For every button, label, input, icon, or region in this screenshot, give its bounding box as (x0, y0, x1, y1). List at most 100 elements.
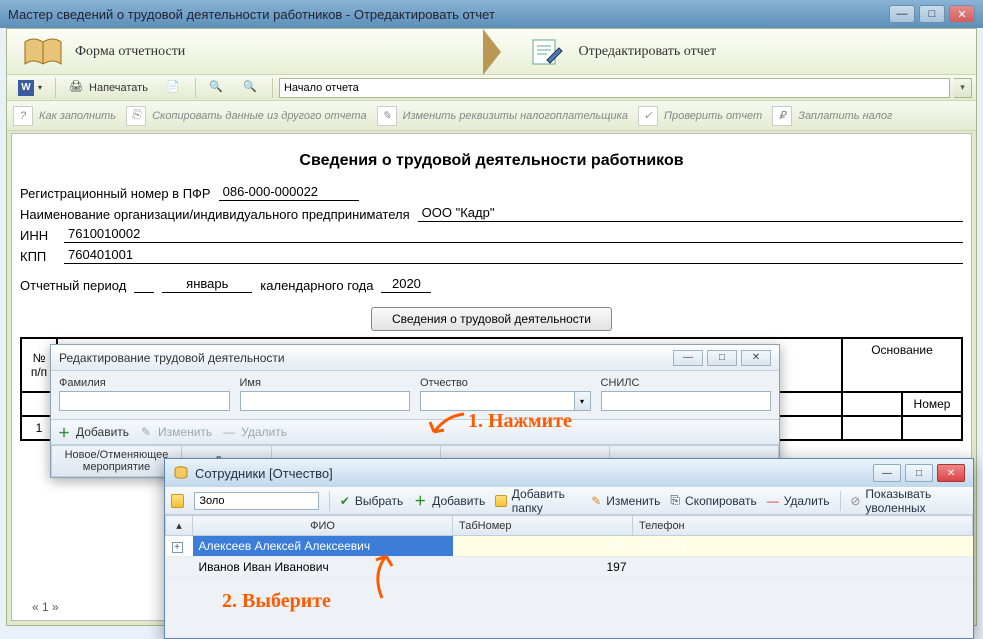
grid-col-basis: Основание (842, 338, 962, 392)
folder-icon[interactable] (171, 494, 184, 508)
check-report-button[interactable]: ✓Проверить отчет (638, 106, 762, 126)
snils-input[interactable] (601, 391, 772, 411)
employees-title: Сотрудники [Отчество] (195, 466, 869, 481)
pencil-icon: ✎ (139, 425, 153, 439)
report-section-dropdown[interactable]: ▾ (954, 78, 972, 98)
org-label: Наименование организации/индивидуального… (20, 207, 410, 222)
expand-icon[interactable]: + (172, 542, 183, 553)
zoom-in-button[interactable]: 🔍 (202, 77, 232, 99)
dialog-maximize-button[interactable]: □ (707, 350, 737, 366)
grid-col-num: Номер (902, 392, 962, 416)
tree-col[interactable]: ▴ (166, 516, 193, 536)
pencil-icon: ✎ (591, 494, 601, 508)
employees-close-button[interactable]: ✕ (937, 464, 965, 482)
firstname-label: Имя (240, 377, 411, 389)
main-window-title: Мастер сведений о трудовой деятельности … (8, 7, 885, 22)
grid-cell[interactable] (902, 416, 962, 440)
folder-plus-icon (495, 495, 507, 507)
copy-employee-button[interactable]: ⎘Скопировать (670, 493, 756, 508)
fired-icon: ⊘ (850, 494, 860, 508)
printer-icon: 🖨 (69, 80, 85, 96)
col-fio[interactable]: ФИО (193, 516, 453, 536)
col-tab[interactable]: ТабНомер (453, 516, 633, 536)
edit-icon: ✎ (377, 106, 397, 126)
pay-tax-button[interactable]: ₽Заплатить налог (772, 106, 892, 126)
col-phone[interactable]: Телефон (633, 516, 973, 536)
dialog-minimize-button[interactable]: — (673, 350, 703, 366)
middlename-picker-button[interactable]: ▾ (575, 391, 591, 411)
minus-icon: — (767, 494, 779, 508)
check-label: Проверить отчет (664, 110, 762, 122)
dialog-close-button[interactable]: ✕ (741, 350, 771, 366)
zoom-out-button[interactable]: 🔍 (236, 77, 266, 99)
word-icon: W (18, 80, 34, 96)
wizard-step-form-label: Форма отчетности (75, 44, 185, 60)
period-label: Отчетный период (20, 278, 126, 293)
employee-row[interactable]: Иванов Иван Иванович 197 (166, 557, 973, 578)
toolbar-separator (272, 78, 273, 98)
select-button[interactable]: ✔Выбрать (340, 494, 403, 508)
showfired-label: Показывать уволенных (865, 487, 967, 515)
toolbar-separator (55, 78, 56, 98)
edit-taxpayer-button[interactable]: ✎Изменить реквизиты налогоплательщика (377, 106, 628, 126)
edit-emp-label: Изменить (606, 494, 660, 508)
main-titlebar: Мастер сведений о трудовой деятельности … (0, 0, 983, 28)
dialog-titlebar: Редактирование трудовой деятельности — □… (51, 345, 779, 371)
print-button[interactable]: 🖨Напечатать (62, 77, 155, 99)
year-value[interactable]: 2020 (381, 276, 431, 293)
book-icon (21, 34, 65, 70)
lastname-input[interactable] (59, 391, 230, 411)
middlename-input[interactable] (420, 391, 575, 411)
wizard-step-form[interactable]: Форма отчетности (7, 34, 473, 70)
employees-maximize-button[interactable]: □ (905, 464, 933, 482)
maximize-button[interactable]: □ (919, 5, 945, 23)
dialog-add-button[interactable]: ＋Добавить (57, 425, 129, 439)
kpp-value[interactable]: 760401001 (64, 247, 963, 264)
org-value[interactable]: ООО "Кадр" (418, 205, 963, 222)
add-employee-button[interactable]: ＋Добавить (413, 494, 485, 508)
wizard-step-edit[interactable]: Отредактировать отчет (511, 34, 977, 70)
month-value[interactable]: январь (162, 276, 252, 293)
word-export-button[interactable]: W▾ (11, 77, 49, 99)
pagination[interactable]: « 1 » (32, 600, 59, 614)
employee-phone (633, 557, 973, 578)
reg-value[interactable]: 086-000-000022 (219, 184, 359, 201)
howto-button[interactable]: ?Как заполнить (13, 106, 116, 126)
dialog-delete-button[interactable]: — Удалить (222, 425, 287, 439)
dialog-add-label: Добавить (76, 425, 129, 439)
copy-icon: ⎘ (126, 106, 146, 126)
copy-data-button[interactable]: ⎘Скопировать данные из другого отчета (126, 106, 367, 126)
employee-row[interactable]: + Алексеев Алексей Алексеевич 198 21-21-… (166, 536, 973, 557)
wizard-arrow-icon (483, 29, 501, 75)
employees-minimize-button[interactable]: — (873, 464, 901, 482)
inn-value[interactable]: 7610010002 (64, 226, 963, 243)
addfolder-label: Добавить папку (512, 487, 581, 515)
dialog-edit-button[interactable]: ✎ Изменить (139, 425, 212, 439)
select-label: Выбрать (355, 494, 403, 508)
minimize-button[interactable]: — (889, 5, 915, 23)
pay-icon: ₽ (772, 106, 792, 126)
employees-toolbar: ✔Выбрать ＋Добавить Добавить папку ✎ Измен… (165, 487, 973, 515)
dialog-del-label: Удалить (241, 425, 287, 439)
grid-cell[interactable] (842, 416, 902, 440)
wizard-header: Форма отчетности Отредактировать отчет (7, 29, 976, 75)
employee-fio: Алексеев Алексей Алексеевич (193, 536, 453, 557)
delete-employee-button[interactable]: —Удалить (767, 494, 830, 508)
employee-tab: 197 (453, 557, 633, 578)
employees-grid: ▴ ФИО ТабНомер Телефон + Алексеев Алексе… (165, 515, 973, 638)
dialog-col-event[interactable]: Новое/Отменяющее мероприятие (52, 446, 182, 477)
employees-window: Сотрудники [Отчество] — □ ✕ ✔Выбрать ＋До… (164, 458, 974, 639)
help-icon: ? (13, 106, 33, 126)
folder-path-input[interactable] (194, 492, 319, 510)
dialog-edit-label: Изменить (158, 425, 212, 439)
firstname-input[interactable] (240, 391, 411, 411)
add-folder-button[interactable]: Добавить папку (495, 487, 581, 515)
period-blank[interactable] (134, 291, 154, 293)
minus-icon: — (222, 425, 236, 439)
show-fired-button[interactable]: ⊘ Показывать уволенных (850, 487, 967, 515)
edit-employee-button[interactable]: ✎ Изменить (591, 494, 660, 508)
close-button[interactable]: ✕ (949, 5, 975, 23)
activity-info-button[interactable]: Сведения о трудовой деятельности (371, 307, 612, 331)
report-section-input[interactable] (279, 78, 950, 98)
toolbar-btn-1[interactable]: 📄 (159, 77, 189, 99)
